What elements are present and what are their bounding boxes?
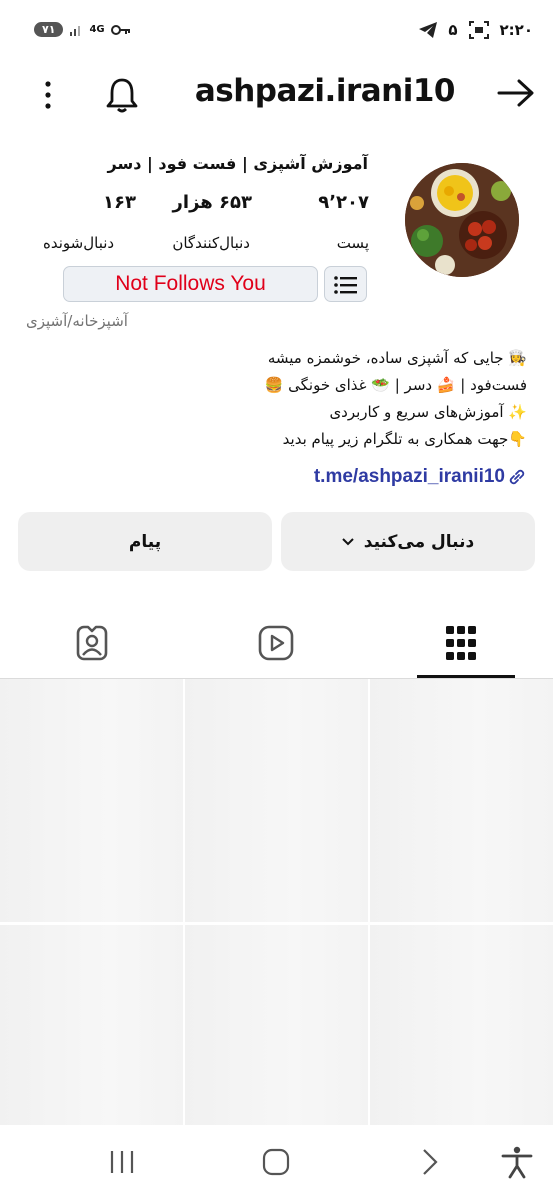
not-follows-you-badge[interactable]: Not Follows You xyxy=(63,266,318,302)
post-thumbnail[interactable] xyxy=(185,925,368,1125)
profile-avatar[interactable] xyxy=(405,163,519,277)
message-button[interactable]: پیام xyxy=(18,512,272,571)
tab-tagged[interactable] xyxy=(0,608,184,678)
tab-posts-grid[interactable] xyxy=(369,608,553,678)
recents-nav-icon[interactable] xyxy=(108,1145,136,1179)
back-arrow-icon[interactable] xyxy=(497,76,535,110)
food-photo xyxy=(405,163,519,277)
key-icon xyxy=(110,24,130,35)
profile-display-name: آموزش آشپزی | فست فود | دسر xyxy=(107,154,369,173)
tagged-icon xyxy=(76,625,108,661)
status-bar: ۵ ۲:۲۰ ۷۱ 4G xyxy=(0,0,553,64)
bio-line: 👩‍🍳 جایی که آشپزی ساده، خوشمزه میشه xyxy=(267,349,527,367)
following-button[interactable]: دنبال می‌کنید xyxy=(281,512,535,571)
post-thumbnail[interactable] xyxy=(0,679,183,922)
status-right: ۵ ۲:۲۰ xyxy=(418,20,533,40)
profile-link-text[interactable]: t.me/ashpazi_iranii10 xyxy=(314,466,505,488)
telegram-icon xyxy=(419,22,438,38)
following-label: دنبال‌شونده xyxy=(43,234,115,252)
following-count[interactable]: ۱۶۳ xyxy=(103,192,136,213)
signal-icon xyxy=(70,25,81,36)
post-thumbnail[interactable] xyxy=(370,679,553,922)
network-type: 4G xyxy=(89,24,105,35)
profile-link[interactable]: t.me/ashpazi_iranii10 xyxy=(314,466,527,488)
tab-reels[interactable] xyxy=(184,608,368,678)
post-thumbnail[interactable] xyxy=(185,679,368,922)
reels-icon xyxy=(258,625,294,661)
following-label: دنبال می‌کنید xyxy=(363,531,475,552)
post-thumbnail[interactable] xyxy=(370,925,553,1125)
posts-grid xyxy=(0,679,553,1125)
profile-category: آشپزخانه/آشپزی xyxy=(26,312,128,330)
bio-line: 👇جهت همکاری به تلگرام زیر پیام بدید xyxy=(282,430,527,448)
back-nav-icon[interactable] xyxy=(418,1145,442,1179)
clock: ۲:۲۰ xyxy=(499,21,533,39)
bell-icon[interactable] xyxy=(104,76,140,114)
posts-count[interactable]: ۹٬۲۰۷ xyxy=(318,192,369,213)
screenshot-icon xyxy=(468,21,489,39)
more-icon[interactable] xyxy=(38,78,58,112)
post-thumbnail[interactable] xyxy=(0,925,183,1125)
message-label: پیام xyxy=(128,531,162,552)
home-nav-icon[interactable] xyxy=(262,1145,290,1179)
list-icon xyxy=(334,276,357,294)
followers-count[interactable]: ۶۵۳ هزار xyxy=(173,192,252,213)
bio-line: ✨ آموزش‌های سریع و کاربردی xyxy=(329,403,527,421)
followers-label: دنبال‌کنندگان xyxy=(172,234,250,252)
status-left: ۷۱ 4G xyxy=(34,22,131,37)
battery-indicator: ۷۱ xyxy=(34,22,64,37)
notification-count: ۵ xyxy=(448,21,458,39)
profile-bio: 👩‍🍳 جایی که آشپزی ساده، خوشمزه میشه فست‌… xyxy=(27,345,527,453)
profile-header: ashpazi.irani10 xyxy=(0,68,553,122)
list-menu-button[interactable] xyxy=(324,266,367,302)
grid-icon xyxy=(446,626,476,660)
bio-line: فست‌فود | 🍰 دسر | 🥗 غذای خونگی 🍔 xyxy=(264,376,527,394)
system-nav-bar xyxy=(0,1125,553,1200)
chevron-down-icon xyxy=(342,537,354,545)
accessibility-icon[interactable] xyxy=(497,1145,537,1179)
link-icon xyxy=(509,469,525,485)
posts-label: پست xyxy=(336,234,369,252)
profile-username: ashpazi.irani10 xyxy=(194,73,456,109)
